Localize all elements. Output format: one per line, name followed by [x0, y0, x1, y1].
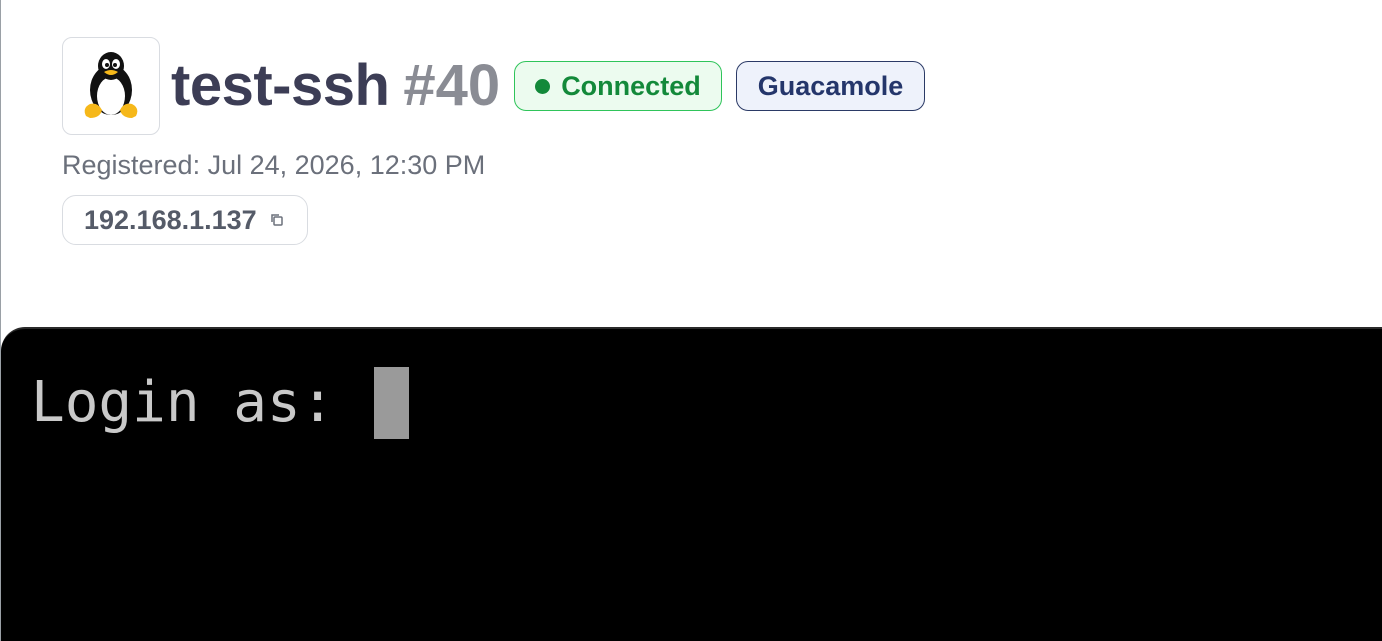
- linux-tux-icon: [62, 37, 160, 135]
- status-label: Connected: [561, 70, 701, 101]
- terminal-prompt-line: Login as:: [31, 367, 410, 439]
- protocol-badge: Guacamole: [735, 61, 926, 111]
- ip-address: 192.168.1.137: [84, 204, 257, 235]
- ssh-terminal[interactable]: Login as:: [1, 327, 1382, 641]
- title-row: test-ssh #40 Connected Guacamole: [62, 36, 926, 136]
- host-header: test-ssh #40 Connected Guacamole Registe…: [62, 36, 926, 245]
- host-id: #40: [403, 53, 501, 118]
- registered-date: Registered: Jul 24, 2026, 12:30 PM: [62, 150, 486, 180]
- login-prompt: Login as:: [31, 370, 369, 435]
- status-badge: Connected: [514, 61, 722, 111]
- host-name: test-ssh: [171, 53, 390, 118]
- protocol-label: Guacamole: [757, 70, 904, 101]
- terminal-cursor: [374, 367, 410, 439]
- host-detail-page: test-ssh #40 Connected Guacamole Registe…: [0, 0, 1382, 641]
- copy-icon[interactable]: [269, 212, 285, 228]
- status-dot-icon: [535, 78, 551, 94]
- ip-address-chip[interactable]: 192.168.1.137: [62, 195, 308, 245]
